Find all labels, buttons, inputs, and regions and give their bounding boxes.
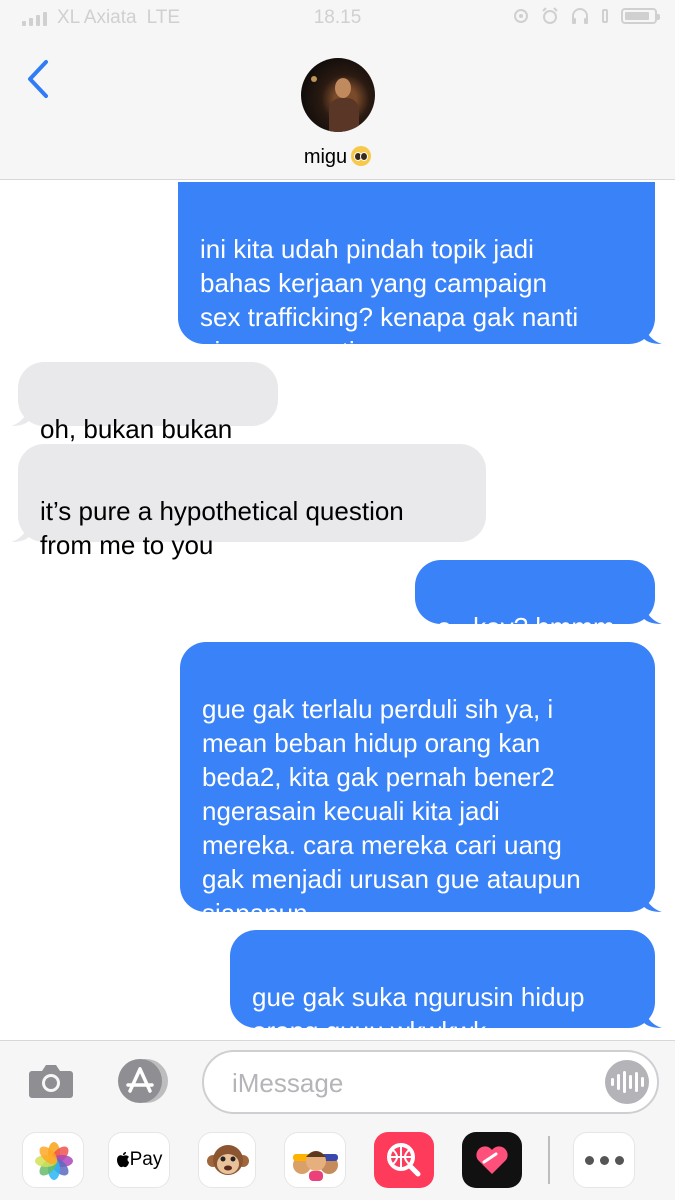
message-text: ini kita udah pindah topik jadi bahas ke… xyxy=(200,234,579,366)
battery-icon xyxy=(621,8,660,24)
contact-name-row[interactable]: migu xyxy=(0,146,675,169)
message-bubble-incoming[interactable]: it’s pure a hypothetical question from m… xyxy=(11,444,486,560)
status-bar: XL Axiata LTE 18.15 xyxy=(0,0,675,36)
headphones-icon xyxy=(572,8,588,24)
message-text: gue gak suka ngurusin hidup orang guuu w… xyxy=(252,982,585,1046)
message-bubble-outgoing[interactable]: ini kita udah pindah topik jadi bahas ke… xyxy=(178,182,662,366)
message-bubble-outgoing[interactable]: o...kay? hmmm xyxy=(415,560,662,642)
message-bubble-outgoing[interactable]: gue gak terlalu perduli sih ya, i mean b… xyxy=(180,642,662,928)
app-drawer-divider xyxy=(548,1136,550,1184)
message-text: gue gak terlalu perduli sih ya, i mean b… xyxy=(202,694,581,928)
apple-pay-icon[interactable]: Pay xyxy=(108,1132,170,1188)
back-chevron-icon[interactable] xyxy=(22,58,56,100)
message-text: oh, bukan bukan xyxy=(40,414,233,444)
orientation-lock-icon xyxy=(602,9,608,23)
apple-pay-label: Pay xyxy=(129,1149,163,1170)
pleading-face-emoji-icon xyxy=(351,146,372,166)
contact-name: migu xyxy=(303,146,348,168)
message-bubble-incoming[interactable]: oh, bukan bukan xyxy=(11,362,278,444)
animoji-icon[interactable] xyxy=(198,1132,256,1188)
imessage-input-wrapper[interactable] xyxy=(202,1050,659,1114)
alarm-icon xyxy=(542,7,558,24)
imessage-input[interactable] xyxy=(232,1066,592,1100)
camera-icon[interactable] xyxy=(28,1063,74,1099)
photos-icon[interactable] xyxy=(22,1132,84,1188)
message-text: o...kay? hmmm xyxy=(437,612,615,642)
message-text: it’s pure a hypothetical question from m… xyxy=(40,496,404,560)
app-drawer: Pay xyxy=(0,1132,675,1188)
apple-logo-icon xyxy=(116,1152,129,1168)
more-icon[interactable] xyxy=(573,1132,635,1188)
location-icon xyxy=(514,9,528,23)
audio-message-icon[interactable] xyxy=(605,1060,649,1104)
web-search-icon[interactable] xyxy=(374,1132,434,1188)
memoji-icon[interactable] xyxy=(284,1132,346,1188)
message-bubble-outgoing[interactable]: gue gak suka ngurusin hidup orang guuu w… xyxy=(230,930,662,1046)
heart-app-icon[interactable] xyxy=(462,1132,522,1188)
contact-avatar[interactable] xyxy=(301,58,375,132)
app-store-icon[interactable] xyxy=(113,1058,171,1104)
conversation-header: XL Axiata LTE 18.15 migu xyxy=(0,0,675,180)
